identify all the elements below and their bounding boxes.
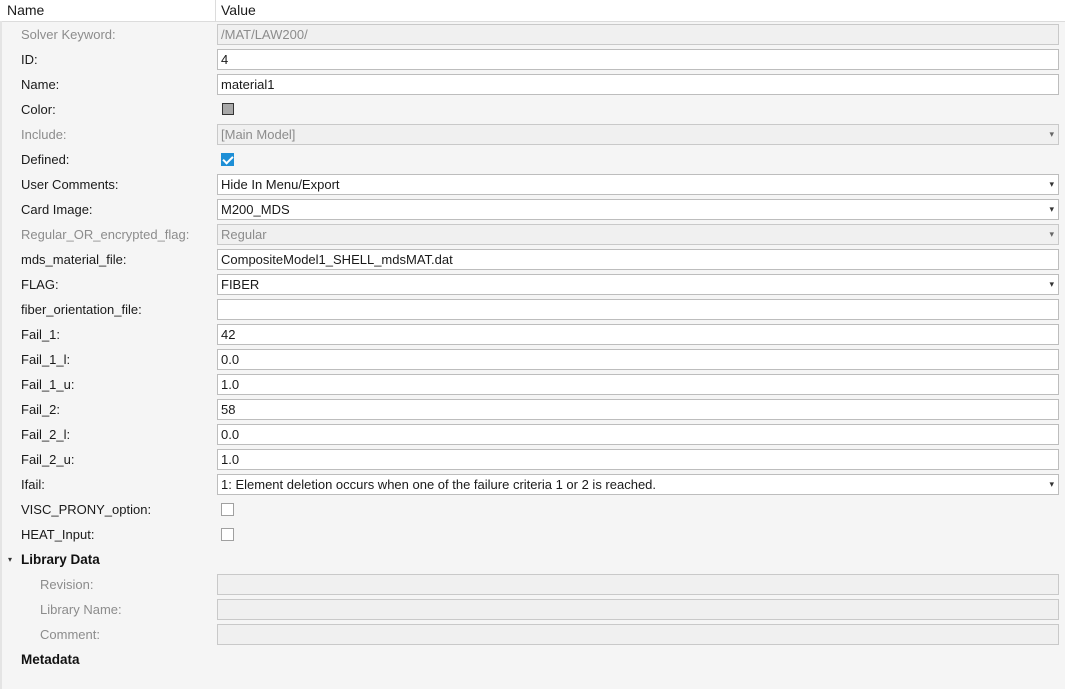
fail-1-u-label: Fail_1_u:	[21, 377, 75, 392]
regular-or-encrypted-flag-value: Regular	[221, 227, 267, 242]
mds-material-file-input[interactable]: CompositeModel1_SHELL_mdsMAT.dat	[217, 249, 1059, 270]
defined-label: Defined:	[21, 152, 70, 167]
flag-dropdown[interactable]: FIBER ▾	[217, 274, 1059, 295]
fail-1-input[interactable]: 42	[217, 324, 1059, 345]
row-visc-prony-option: VISC_PRONY_option:	[0, 497, 1065, 522]
chevron-down-icon: ▾	[1049, 479, 1054, 489]
card-image-label: Card Image:	[21, 202, 93, 217]
visc-prony-option-checkbox[interactable]	[221, 503, 234, 516]
row-card-image: Card Image: M200_MDS ▾	[0, 197, 1065, 222]
name-input[interactable]: material1	[217, 74, 1059, 95]
solver-keyword-field: /MAT/LAW200/	[217, 24, 1059, 45]
chevron-down-icon: ▾	[1049, 204, 1054, 214]
id-input[interactable]: 4	[217, 49, 1059, 70]
metadata-label: Metadata	[21, 652, 80, 667]
row-ifail: Ifail: 1: Element deletion occurs when o…	[0, 472, 1065, 497]
row-fail-1-u: Fail_1_u: 1.0	[0, 372, 1065, 397]
library-data-group[interactable]: ▾ Library Data	[0, 547, 1065, 572]
ifail-value: 1: Element deletion occurs when one of t…	[221, 477, 657, 492]
include-label: Include:	[21, 127, 67, 142]
comment-label: Comment:	[40, 627, 100, 642]
fail-2-label: Fail_2:	[21, 402, 61, 417]
fail-1-l-label: Fail_1_l:	[21, 352, 71, 367]
row-library-name: Library Name:	[0, 597, 1065, 622]
value-column-header[interactable]: Value	[221, 0, 256, 21]
include-value: [Main Model]	[221, 127, 296, 142]
row-heat-input: HEAT_Input:	[0, 522, 1065, 547]
row-fail-2-l: Fail_2_l: 0.0	[0, 422, 1065, 447]
fail-1-u-input[interactable]: 1.0	[217, 374, 1059, 395]
name-column-header[interactable]: Name	[0, 0, 216, 21]
library-data-label: Library Data	[21, 552, 100, 567]
row-solver-keyword: Solver Keyword: /MAT/LAW200/	[0, 22, 1065, 47]
row-flag: FLAG: FIBER ▾	[0, 272, 1065, 297]
row-user-comments: User Comments: Hide In Menu/Export ▾	[0, 172, 1065, 197]
row-id: ID: 4	[0, 47, 1065, 72]
chevron-down-icon: ▾	[1049, 229, 1054, 239]
regular-or-encrypted-flag-label: Regular_OR_encrypted_flag:	[21, 227, 190, 242]
fiber-orientation-file-input[interactable]	[217, 299, 1059, 320]
chevron-down-icon: ▾	[1049, 129, 1054, 139]
row-color: Color:	[0, 97, 1065, 122]
color-swatch[interactable]	[222, 103, 234, 115]
row-revision: Revision:	[0, 572, 1065, 597]
chevron-down-icon: ▾	[1049, 179, 1054, 189]
row-include: Include: [Main Model] ▾	[0, 122, 1065, 147]
mds-material-file-label: mds_material_file:	[21, 252, 127, 267]
metadata-group[interactable]: Metadata	[0, 647, 1065, 672]
row-fail-1-l: Fail_1_l: 0.0	[0, 347, 1065, 372]
row-fail-2: Fail_2: 58	[0, 397, 1065, 422]
fail-2-l-input[interactable]: 0.0	[217, 424, 1059, 445]
fail-1-l-input[interactable]: 0.0	[217, 349, 1059, 370]
user-comments-label: User Comments:	[21, 177, 119, 192]
name-label: Name:	[21, 77, 60, 92]
solver-keyword-label: Solver Keyword:	[21, 27, 116, 42]
chevron-down-icon: ▾	[1049, 279, 1054, 289]
row-mds-material-file: mds_material_file: CompositeModel1_SHELL…	[0, 247, 1065, 272]
heat-input-label: HEAT_Input:	[21, 527, 95, 542]
card-image-dropdown[interactable]: M200_MDS ▾	[217, 199, 1059, 220]
ifail-dropdown[interactable]: 1: Element deletion occurs when one of t…	[217, 474, 1059, 495]
user-comments-value: Hide In Menu/Export	[221, 177, 340, 192]
expand-arrow-icon[interactable]: ▾	[8, 547, 12, 572]
user-comments-dropdown[interactable]: Hide In Menu/Export ▾	[217, 174, 1059, 195]
fail-2-u-label: Fail_2_u:	[21, 452, 75, 467]
fail-1-label: Fail_1:	[21, 327, 61, 342]
row-defined: Defined:	[0, 147, 1065, 172]
defined-checkbox[interactable]	[221, 153, 234, 166]
flag-value: FIBER	[221, 277, 260, 292]
heat-input-checkbox[interactable]	[221, 528, 234, 541]
row-name: Name: material1	[0, 72, 1065, 97]
revision-field	[217, 574, 1059, 595]
fiber-orientation-file-label: fiber_orientation_file:	[21, 302, 142, 317]
row-comment: Comment:	[0, 622, 1065, 647]
card-image-value: M200_MDS	[221, 202, 290, 217]
color-label: Color:	[21, 102, 56, 117]
visc-prony-option-label: VISC_PRONY_option:	[21, 502, 152, 517]
library-name-field	[217, 599, 1059, 620]
property-table-header: Name Value	[0, 0, 1065, 22]
ifail-label: Ifail:	[21, 477, 45, 492]
comment-field	[217, 624, 1059, 645]
fail-2-l-label: Fail_2_l:	[21, 427, 71, 442]
library-name-label: Library Name:	[40, 602, 122, 617]
revision-label: Revision:	[40, 577, 94, 592]
include-dropdown: [Main Model] ▾	[217, 124, 1059, 145]
row-fiber-orientation-file: fiber_orientation_file:	[0, 297, 1065, 322]
regular-or-encrypted-flag-dropdown: Regular ▾	[217, 224, 1059, 245]
flag-label: FLAG:	[21, 277, 59, 292]
fail-2-u-input[interactable]: 1.0	[217, 449, 1059, 470]
row-fail-1: Fail_1: 42	[0, 322, 1065, 347]
fail-2-input[interactable]: 58	[217, 399, 1059, 420]
row-fail-2-u: Fail_2_u: 1.0	[0, 447, 1065, 472]
row-regular-or-encrypted-flag: Regular_OR_encrypted_flag: Regular ▾	[0, 222, 1065, 247]
id-label: ID:	[21, 52, 38, 67]
